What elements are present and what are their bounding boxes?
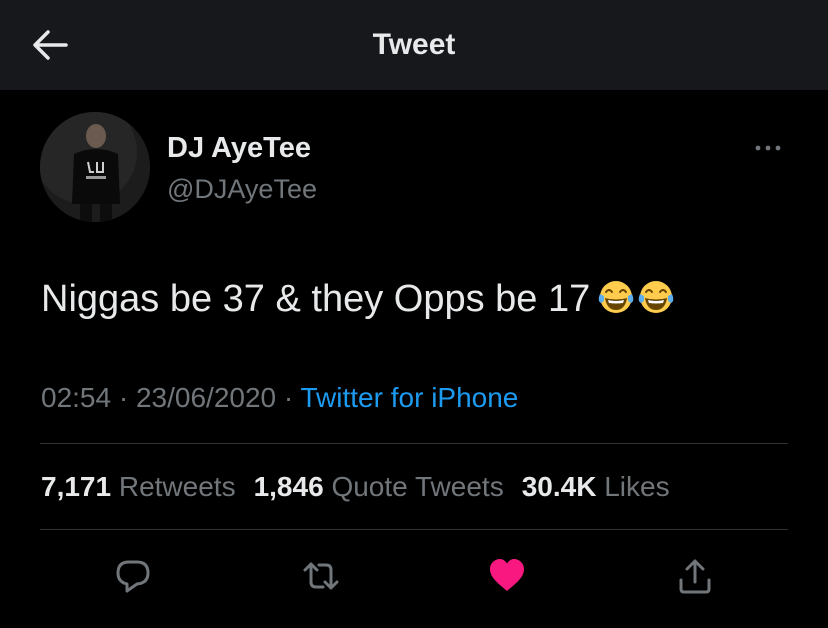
likes-count: 30.4K (521, 471, 597, 502)
divider (40, 443, 788, 444)
retweets-label: Retweets (118, 471, 236, 502)
divider (40, 529, 788, 530)
engagement-stats: 7,171 Retweets 1,846 Quote Tweets 30.4K Li… (41, 469, 688, 505)
reply-button[interactable] (113, 556, 153, 596)
tweet-source-link[interactable]: Twitter for iPhone (301, 382, 519, 413)
tweet-text: Niggas be 37 & they Opps be 17 (41, 275, 676, 329)
like-button[interactable] (487, 556, 527, 596)
likes-stat[interactable]: 30.4K Likes (522, 471, 670, 502)
retweet-icon (303, 562, 339, 590)
retweets-stat[interactable]: 7,171 Retweets (41, 471, 236, 502)
face-with-tears-of-joy-icon (598, 281, 634, 313)
tweet-date[interactable]: 23/06/2020 (136, 382, 276, 413)
author-handle[interactable]: @DJAyeTee (167, 172, 317, 206)
tweet-meta: 02:54 · 23/06/2020 · Twitter for iPhone (41, 380, 518, 416)
quote-tweets-stat[interactable]: 1,846 Quote Tweets (254, 471, 504, 502)
author-display-name[interactable]: DJ AyeTee (167, 130, 311, 166)
share-button[interactable] (675, 556, 715, 596)
page-title: Tweet (372, 28, 456, 61)
retweets-count: 7,171 (41, 471, 112, 502)
tweet-time[interactable]: 02:54 (41, 382, 111, 413)
more-dots-icon (755, 145, 781, 151)
share-icon (679, 559, 711, 594)
more-options-button[interactable] (748, 135, 788, 161)
quote-tweets-count: 1,846 (253, 471, 324, 502)
retweet-button[interactable] (301, 556, 341, 596)
heart-icon (490, 559, 524, 591)
reply-icon (116, 560, 150, 593)
profile-photo (40, 112, 150, 222)
emoji-group (596, 277, 676, 329)
meta-separator: · (283, 382, 294, 413)
likes-label: Likes (604, 471, 670, 502)
avatar[interactable] (40, 112, 150, 222)
tweet-body: Niggas be 37 & they Opps be 17 (41, 278, 591, 320)
meta-separator: · (118, 382, 129, 413)
quote-tweets-label: Quote Tweets (331, 471, 504, 502)
face-with-tears-of-joy-icon (638, 281, 674, 313)
top-bar: Tweet (0, 0, 828, 90)
